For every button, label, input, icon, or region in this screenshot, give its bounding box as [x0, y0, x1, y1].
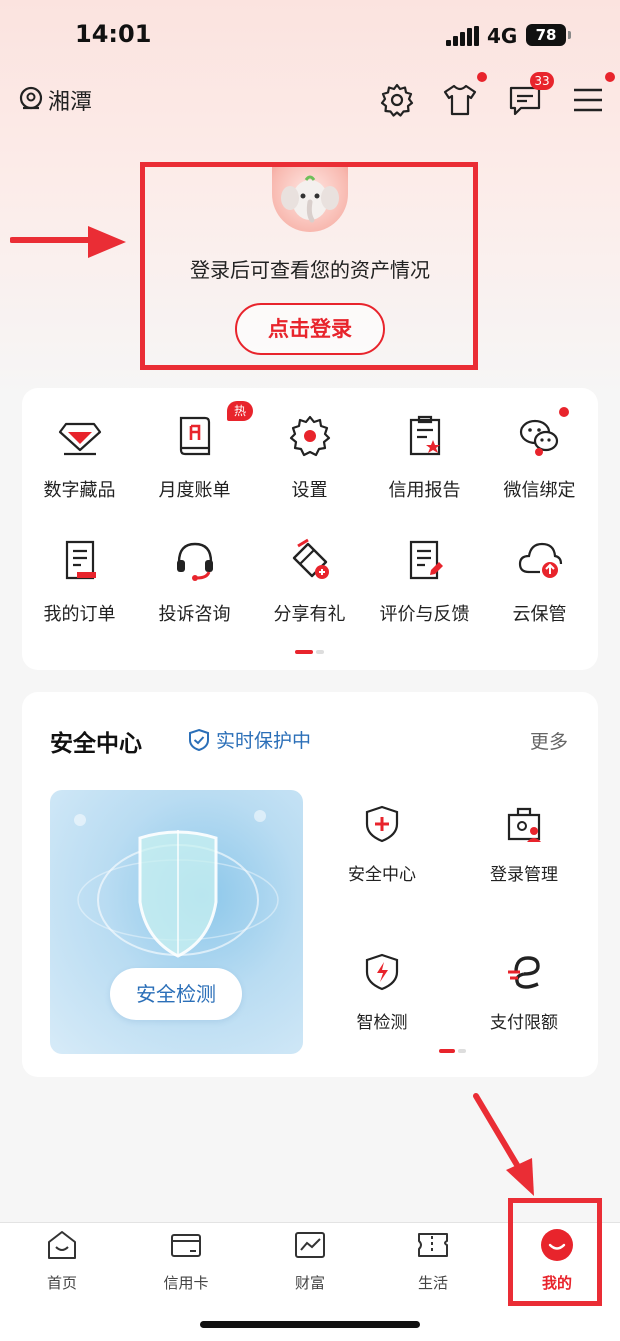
- grid-item-settings[interactable]: 设置: [252, 412, 367, 502]
- grid-item-label: 设置: [291, 480, 328, 501]
- grid-item-digital-collection[interactable]: 数字藏品: [22, 412, 137, 502]
- annotation-arrow-icon: [473, 1093, 534, 1196]
- location-selector[interactable]: 湘潭: [18, 84, 92, 116]
- tshirt-notification-dot: [477, 72, 487, 82]
- grid-pager-inactive: [316, 650, 324, 654]
- grid-item-feedback[interactable]: 评价与反馈: [367, 536, 482, 626]
- headset-icon: [176, 542, 213, 581]
- tshirt-icon[interactable]: [442, 82, 478, 118]
- tab-life[interactable]: 生活: [388, 1228, 478, 1293]
- grid-pager-active: [295, 650, 313, 654]
- wechat-icon: [519, 419, 558, 456]
- feedback-icon: [409, 540, 443, 580]
- security-more-link[interactable]: 更多: [530, 727, 568, 754]
- tab-wealth[interactable]: 财富: [265, 1228, 355, 1293]
- tab-label: 首页: [46, 1274, 77, 1292]
- security-item-pay-limit[interactable]: 支付限额: [464, 952, 584, 1033]
- battery-icon: 78: [526, 24, 571, 46]
- security-item-label: 支付限额: [490, 1013, 558, 1033]
- tab-label: 财富: [294, 1274, 325, 1292]
- diamond-icon: [58, 422, 101, 456]
- grid-item-label: 我的订单: [43, 604, 116, 625]
- tab-label: 信用卡: [163, 1274, 209, 1292]
- security-item-label: 智检测: [356, 1013, 408, 1033]
- smart-detect-icon: [365, 953, 399, 991]
- grid-item-label: 评价与反馈: [379, 604, 470, 625]
- security-check-button[interactable]: 安全检测: [110, 968, 242, 1020]
- home-indicator[interactable]: [200, 1321, 420, 1328]
- annotation-highlight-box: [140, 162, 478, 370]
- security-pager-active: [439, 1049, 455, 1053]
- grid-item-label: 分享有礼: [273, 604, 346, 625]
- cloud-icon: [518, 542, 562, 578]
- grid-item-label: 数字藏品: [43, 480, 116, 501]
- network-type: 4G: [487, 24, 518, 48]
- shield-check-icon: [189, 728, 209, 751]
- status-bar: 14:01 4G 78: [0, 0, 620, 70]
- location-pin-icon: [19, 86, 43, 110]
- status-time: 14:01: [75, 20, 152, 48]
- credit-card-icon: [171, 1234, 201, 1257]
- share-gift-icon: [292, 538, 329, 579]
- grid-item-label: 投诉咨询: [158, 604, 231, 625]
- location-name: 湘潭: [48, 90, 93, 115]
- tab-credit-card[interactable]: 信用卡: [141, 1228, 231, 1293]
- grid-item-monthly-bill[interactable]: 月度账单: [137, 412, 252, 502]
- settings-icon[interactable]: [379, 82, 415, 118]
- security-item-label: 登录管理: [490, 865, 558, 885]
- grid-item-label: 云保管: [512, 604, 567, 625]
- grid-item-wechat-binding[interactable]: 微信绑定: [482, 412, 597, 502]
- grid-item-my-orders[interactable]: 我的订单: [22, 536, 137, 626]
- security-pager-inactive: [458, 1049, 466, 1053]
- security-status: 实时保护中: [188, 726, 311, 753]
- grid-item-share-gift[interactable]: 分享有礼: [252, 536, 367, 626]
- ticket-icon: [418, 1233, 448, 1257]
- wechat-notification-dot: [559, 407, 569, 417]
- hot-badge: 热: [227, 401, 253, 421]
- gear-icon: [289, 415, 330, 457]
- signal-icon: [446, 26, 480, 46]
- shield-plus-icon: [365, 805, 399, 843]
- home-icon: [48, 1231, 76, 1259]
- pay-limit-icon: [508, 956, 540, 989]
- security-item-center[interactable]: 安全中心: [322, 804, 442, 885]
- grid-item-label: 月度账单: [158, 480, 231, 501]
- wealth-chart-icon: [295, 1232, 325, 1258]
- annotation-highlight-box: [508, 1198, 602, 1306]
- grid-item-label: 信用报告: [388, 480, 461, 501]
- credit-report-icon: [409, 415, 440, 456]
- security-item-login-manage[interactable]: 登录管理: [464, 804, 584, 885]
- message-count-badge: 33: [530, 72, 554, 90]
- login-manage-icon: [507, 807, 541, 842]
- menu-notification-dot: [605, 72, 615, 82]
- menu-icon[interactable]: [570, 82, 606, 118]
- tab-home[interactable]: 首页: [17, 1228, 107, 1293]
- grid-item-credit-report[interactable]: 信用报告: [367, 412, 482, 502]
- monthly-bill-icon: [179, 416, 210, 456]
- grid-item-label: 微信绑定: [503, 480, 576, 501]
- security-item-smart-detect[interactable]: 智检测: [322, 952, 442, 1033]
- security-item-label: 安全中心: [348, 865, 416, 885]
- grid-item-complaint[interactable]: 投诉咨询: [137, 536, 252, 626]
- grid-item-cloud-storage[interactable]: 云保管: [482, 536, 597, 626]
- security-title: 安全中心: [50, 731, 142, 757]
- order-icon: [65, 540, 96, 580]
- security-status-text: 实时保护中: [216, 730, 312, 752]
- tab-label: 生活: [417, 1274, 448, 1292]
